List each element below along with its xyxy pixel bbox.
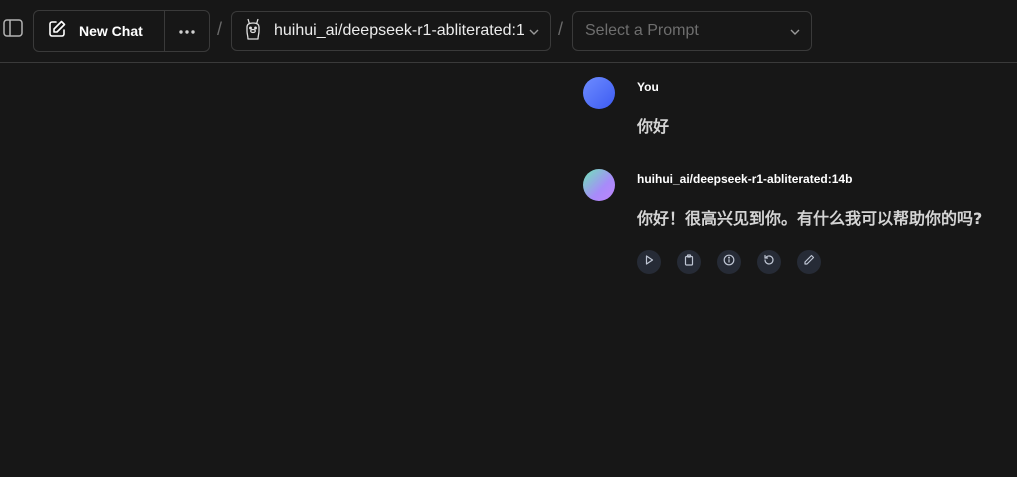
breadcrumb-separator: / [217,19,223,39]
regenerate-icon [763,253,775,271]
prompt-selector[interactable]: Select a Prompt [572,11,812,51]
avatar [583,169,615,201]
sender-name: You [637,80,659,94]
new-chat-label: New Chat [79,23,143,39]
edit-icon [803,253,815,271]
sidebar-toggle-icon[interactable] [3,18,23,38]
model-selector[interactable]: huihui_ai/deepseek-r1-abliterated:14b [231,11,551,51]
chevron-down-icon [789,25,801,43]
more-options-button[interactable] [165,11,209,51]
generation-info-button[interactable] [717,250,741,274]
breadcrumb-separator: / [558,19,564,39]
regenerate-button[interactable] [757,250,781,274]
chevron-down-icon [528,25,540,43]
info-icon [723,253,735,271]
play-icon [643,253,655,271]
compose-icon [47,19,67,44]
read-aloud-button[interactable] [637,250,661,274]
prompt-placeholder: Select a Prompt [585,22,699,39]
copy-icon [683,253,695,271]
avatar [583,77,615,109]
chat-controls: New Chat [33,10,210,52]
edit-button[interactable] [797,250,821,274]
message-text: 你好！很高兴见到你。有什么我可以帮助你的吗? [637,209,983,228]
top-bar: New Chat / huihui_ai/deepseek-r1-abliter… [0,0,1017,63]
model-name: huihui_ai/deepseek-r1-abliterated:14b [274,22,524,39]
llama-icon [244,18,262,45]
copy-button[interactable] [677,250,701,274]
new-chat-button[interactable]: New Chat [34,11,165,51]
message-text: 你好 [637,117,670,136]
message-actions [637,250,821,274]
ellipsis-icon [178,22,196,40]
sender-name: huihui_ai/deepseek-r1-abliterated:14b [637,172,853,186]
